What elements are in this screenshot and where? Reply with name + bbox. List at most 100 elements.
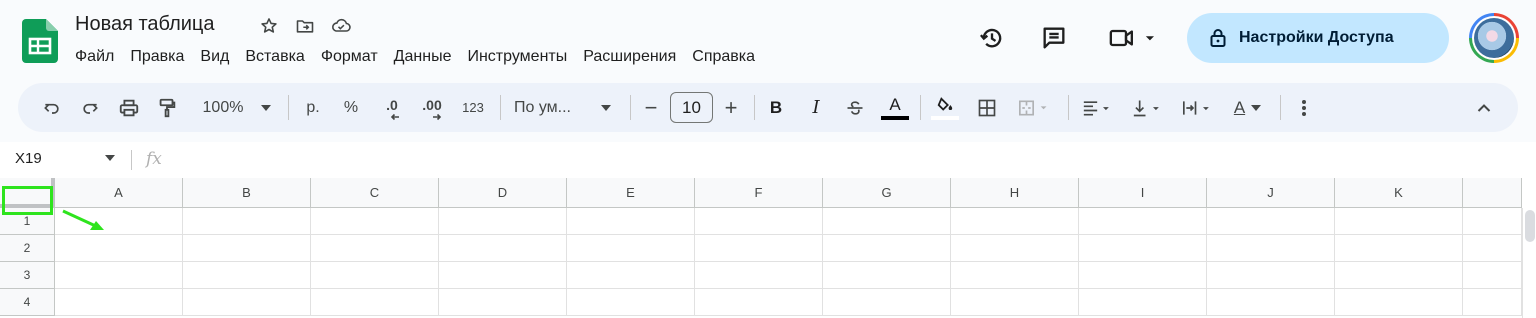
- more-options-icon[interactable]: [1294, 83, 1314, 132]
- grid-cell[interactable]: [951, 235, 1079, 262]
- menu-insert[interactable]: Вставка: [237, 46, 312, 68]
- fill-color-button[interactable]: [930, 83, 960, 132]
- horizontal-align-icon[interactable]: [1078, 83, 1118, 132]
- account-avatar[interactable]: [1469, 13, 1519, 63]
- menu-help[interactable]: Справка: [684, 46, 763, 68]
- column-header-i[interactable]: I: [1079, 178, 1207, 208]
- grid-cell[interactable]: [1207, 235, 1335, 262]
- grid-cell[interactable]: [439, 235, 567, 262]
- grid-cell[interactable]: [1079, 235, 1207, 262]
- column-header-c[interactable]: C: [311, 178, 439, 208]
- row-header-3[interactable]: 3: [0, 262, 55, 289]
- grid-cell[interactable]: [1079, 289, 1207, 316]
- percent-format-button[interactable]: %: [340, 83, 362, 132]
- grid-cell[interactable]: [311, 235, 439, 262]
- grid-cell[interactable]: [1207, 289, 1335, 316]
- menu-format[interactable]: Формат: [313, 46, 386, 68]
- row-header-4[interactable]: 4: [0, 289, 55, 316]
- name-box[interactable]: X19: [15, 150, 42, 167]
- column-header-a[interactable]: A: [55, 178, 183, 208]
- grid-cell[interactable]: [311, 262, 439, 289]
- grid-cell[interactable]: [1463, 262, 1522, 289]
- strikethrough-icon[interactable]: [844, 83, 866, 132]
- grid-cell[interactable]: [55, 262, 183, 289]
- comments-icon[interactable]: [1040, 24, 1068, 52]
- increase-font-size-button[interactable]: +: [720, 83, 742, 132]
- currency-format-button[interactable]: р.: [300, 83, 326, 132]
- grid-cell[interactable]: [567, 262, 695, 289]
- grid-cell[interactable]: [567, 235, 695, 262]
- column-header-h[interactable]: H: [951, 178, 1079, 208]
- menu-extensions[interactable]: Расширения: [575, 46, 684, 68]
- grid-cell[interactable]: [183, 208, 311, 235]
- grid-cell[interactable]: [439, 262, 567, 289]
- menu-view[interactable]: Вид: [192, 46, 237, 68]
- menu-file[interactable]: Файл: [67, 46, 122, 68]
- share-button[interactable]: Настройки Доступа: [1187, 13, 1449, 63]
- grid-cell[interactable]: [1335, 208, 1463, 235]
- column-header-j[interactable]: J: [1207, 178, 1335, 208]
- merge-cells-icon[interactable]: [1014, 83, 1054, 132]
- grid-cell[interactable]: [951, 262, 1079, 289]
- document-title[interactable]: Новая таблица: [75, 13, 215, 36]
- grid-cell[interactable]: [1463, 235, 1522, 262]
- increase-decimal-button[interactable]: .00: [418, 83, 446, 132]
- column-header-d[interactable]: D: [439, 178, 567, 208]
- grid-cell[interactable]: [1079, 262, 1207, 289]
- italic-button[interactable]: I: [806, 83, 826, 132]
- grid-cell[interactable]: [1207, 262, 1335, 289]
- grid-cell[interactable]: [183, 289, 311, 316]
- column-header-k[interactable]: K: [1335, 178, 1463, 208]
- collapse-toolbar-icon[interactable]: [1474, 83, 1494, 132]
- text-wrapping-icon[interactable]: [1178, 83, 1218, 132]
- grid-cell[interactable]: [1463, 289, 1522, 316]
- grid-cell[interactable]: [567, 208, 695, 235]
- column-header-g[interactable]: G: [823, 178, 951, 208]
- menu-data[interactable]: Данные: [386, 46, 460, 68]
- paint-format-icon[interactable]: [154, 83, 180, 132]
- video-call-icon[interactable]: [1107, 24, 1159, 52]
- column-header-b[interactable]: B: [183, 178, 311, 208]
- grid-cell[interactable]: [1079, 208, 1207, 235]
- decrease-decimal-button[interactable]: .0: [378, 83, 406, 132]
- bold-button[interactable]: B: [766, 83, 786, 132]
- grid-cell[interactable]: [183, 235, 311, 262]
- history-icon[interactable]: [978, 24, 1006, 52]
- grid-cell[interactable]: [183, 262, 311, 289]
- decrease-font-size-button[interactable]: −: [640, 83, 662, 132]
- grid-cell[interactable]: [695, 208, 823, 235]
- grid-cell[interactable]: [567, 289, 695, 316]
- borders-icon[interactable]: [974, 83, 1000, 132]
- grid-cell[interactable]: [1463, 208, 1522, 235]
- grid-cell[interactable]: [823, 262, 951, 289]
- zoom-select[interactable]: 100%: [196, 83, 250, 132]
- row-header-2[interactable]: 2: [0, 235, 55, 262]
- text-color-button[interactable]: A: [880, 83, 910, 132]
- grid-cell[interactable]: [951, 289, 1079, 316]
- undo-icon[interactable]: [40, 83, 64, 132]
- grid-cell[interactable]: [1335, 289, 1463, 316]
- star-icon[interactable]: [258, 15, 280, 37]
- grid-cell[interactable]: [311, 289, 439, 316]
- font-chevron-down-icon[interactable]: [598, 83, 614, 132]
- grid-cell[interactable]: [823, 235, 951, 262]
- grid-cell[interactable]: [695, 289, 823, 316]
- redo-icon[interactable]: [78, 83, 102, 132]
- column-header-e[interactable]: E: [567, 178, 695, 208]
- grid-cell[interactable]: [695, 235, 823, 262]
- column-header-partial[interactable]: [1463, 178, 1522, 208]
- print-icon[interactable]: [116, 83, 142, 132]
- grid-cell[interactable]: [439, 208, 567, 235]
- font-family-select[interactable]: По ум...: [514, 83, 594, 132]
- grid-cell[interactable]: [55, 235, 183, 262]
- font-size-input[interactable]: 10: [670, 92, 713, 123]
- grid-cell[interactable]: [1335, 235, 1463, 262]
- number-format-button[interactable]: 123: [458, 83, 488, 132]
- zoom-chevron-down-icon[interactable]: [258, 83, 274, 132]
- menu-tools[interactable]: Инструменты: [459, 46, 575, 68]
- vertical-align-icon[interactable]: [1128, 83, 1168, 132]
- grid-cell[interactable]: [823, 289, 951, 316]
- grid-cell[interactable]: [311, 208, 439, 235]
- move-to-folder-icon[interactable]: [294, 15, 316, 37]
- grid-cell[interactable]: [1207, 208, 1335, 235]
